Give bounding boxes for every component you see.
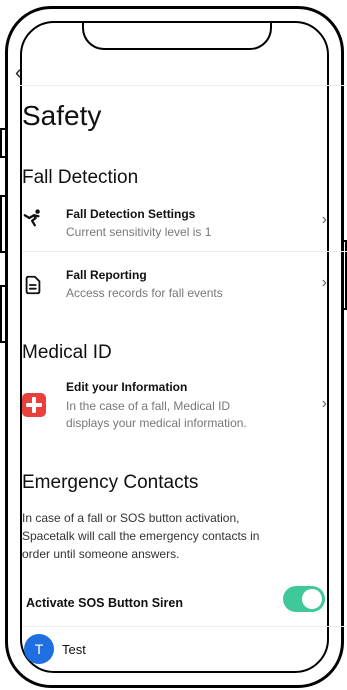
row-subtitle: Access records for fall events	[66, 286, 223, 300]
description-line: order until someone answers.	[22, 547, 180, 561]
chevron-right-icon: ›	[321, 211, 327, 228]
section-heading-emergency-contacts: Emergency Contacts	[22, 472, 199, 493]
edit-information-row[interactable]: Edit your Information In the case of a f…	[22, 379, 327, 435]
fall-detection-settings-row[interactable]: Fall Detection Settings Current sensitiv…	[22, 205, 327, 245]
divider	[22, 626, 347, 627]
chevron-right-icon: ›	[321, 395, 327, 412]
chevron-right-icon: ›	[321, 274, 327, 291]
sos-siren-toggle[interactable]	[283, 586, 325, 612]
section-heading-fall-detection: Fall Detection	[22, 167, 139, 188]
row-title: Fall Detection Settings	[66, 207, 196, 221]
divider	[22, 251, 347, 252]
falling-person-icon	[23, 209, 40, 227]
avatar[interactable]: T	[24, 634, 54, 664]
toggle-knob	[302, 589, 322, 609]
description-line: Spacetalk will call the emergency contac…	[22, 529, 260, 543]
section-heading-medical-id: Medical ID	[22, 342, 112, 363]
back-button[interactable]: ‹	[15, 62, 22, 85]
divider	[17, 85, 347, 86]
fall-reporting-row[interactable]: Fall Reporting Access records for fall e…	[22, 266, 327, 306]
sos-siren-label: Activate SOS Button Siren	[26, 596, 183, 610]
description-line: In case of a fall or SOS button activati…	[22, 511, 240, 525]
page-title: Safety	[22, 100, 102, 131]
row-subtitle: displays your medical information.	[66, 416, 247, 430]
document-icon	[25, 275, 41, 295]
contact-name[interactable]: Test	[62, 642, 86, 657]
row-title: Fall Reporting	[66, 268, 147, 282]
safety-screen: ‹ Safety Fall Detection Fall Detection S…	[0, 0, 347, 690]
row-title: Edit your Information	[66, 380, 188, 394]
medical-cross-icon	[22, 393, 46, 417]
row-subtitle: Current sensitivity level is 1	[66, 225, 212, 239]
row-subtitle: In the case of a fall, Medical ID	[66, 399, 231, 413]
emergency-description: In case of a fall or SOS button activati…	[22, 509, 329, 563]
